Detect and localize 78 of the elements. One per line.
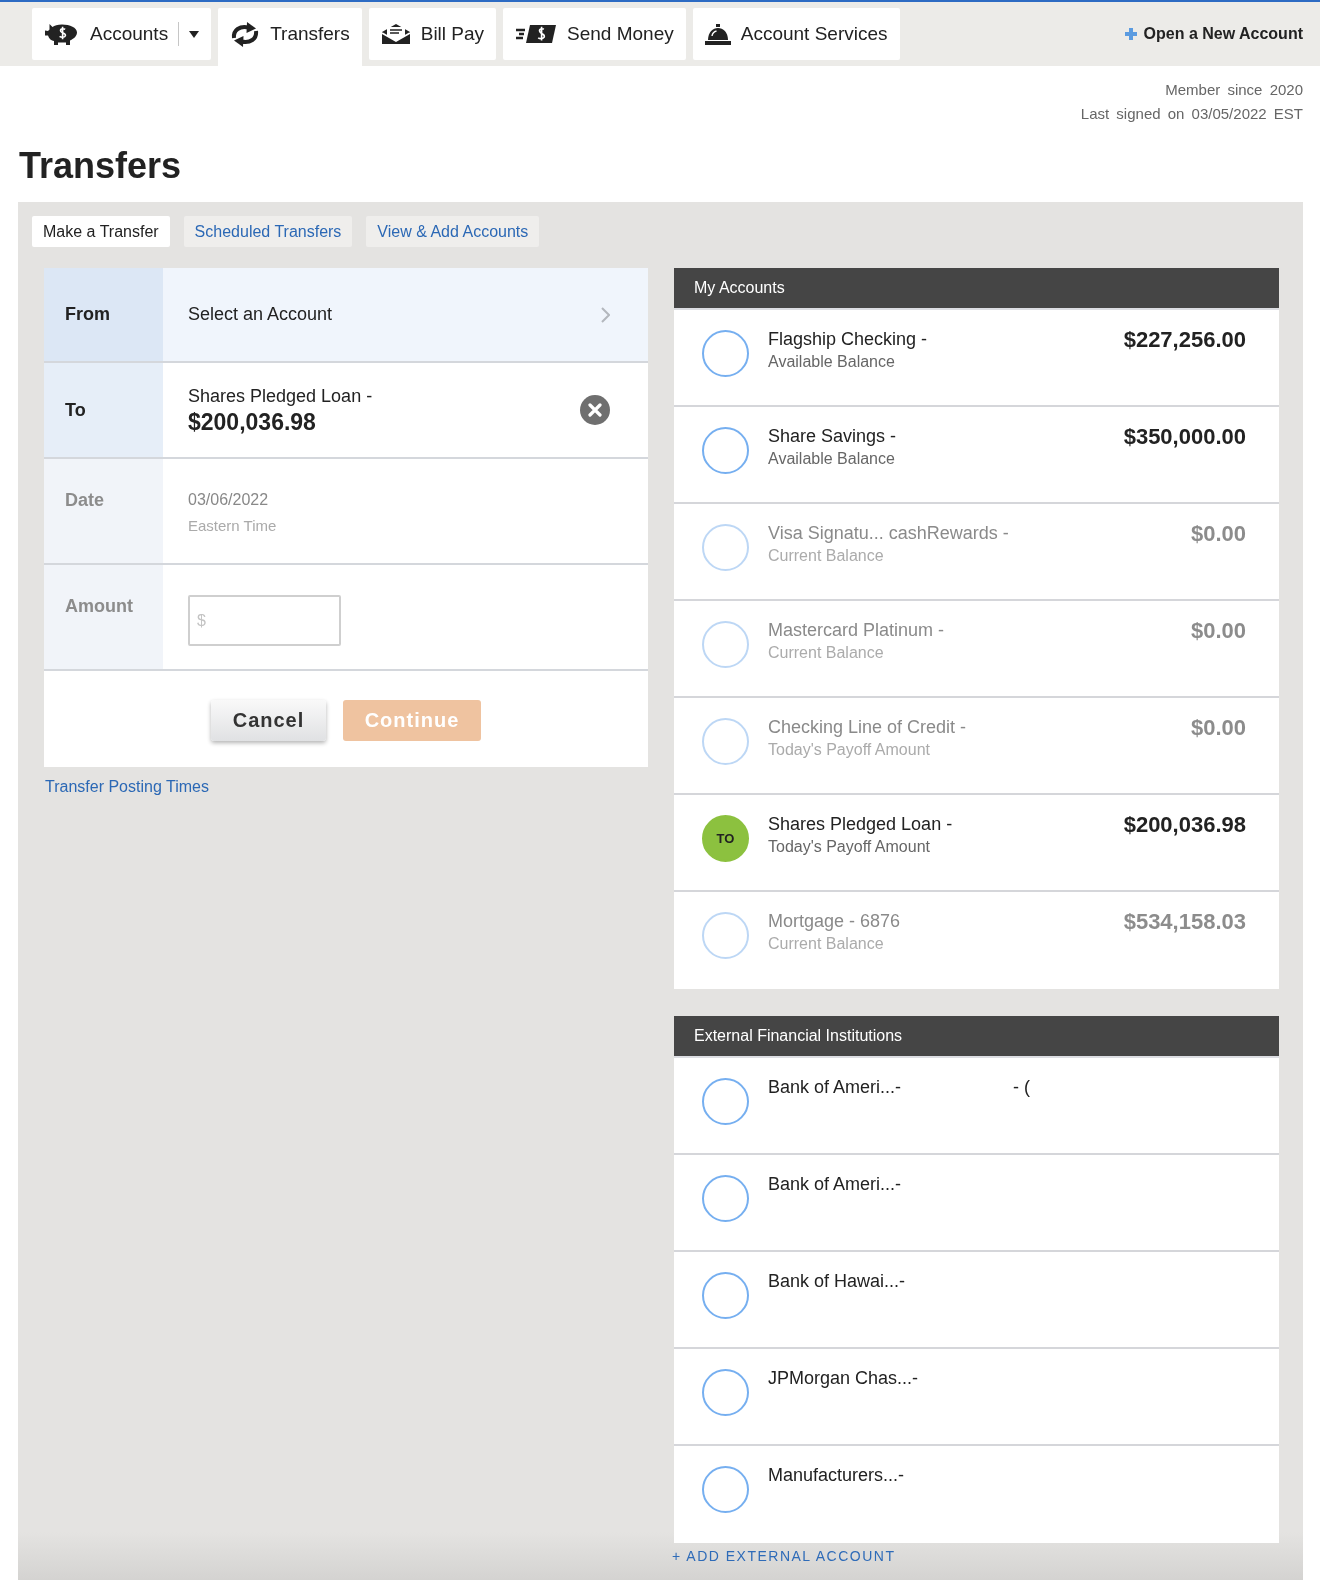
cancel-button[interactable]: Cancel — [211, 700, 326, 741]
circular-arrows-icon — [230, 20, 261, 48]
balance-label: Current Balance — [768, 643, 884, 663]
sub-tab[interactable]: View & Add Accounts — [366, 216, 540, 247]
radio-button[interactable] — [702, 1078, 749, 1125]
time-zone-note: Eastern Time — [188, 516, 277, 536]
radio-button[interactable]: TO — [702, 815, 749, 862]
nav-tab[interactable]: Accounts — [32, 8, 212, 60]
account-balance: $0.00 — [1190, 521, 1246, 547]
nav-tab[interactable]: Bill Pay — [368, 8, 497, 60]
selected-account-name: Shares Pledged Loan - — [188, 385, 373, 408]
account-name: Share Savings - — [768, 425, 897, 448]
balance-label: Available Balance — [768, 449, 895, 469]
section-header: My Accounts — [674, 268, 1279, 310]
account-name: Visa Signatu... cashRewards - — [768, 522, 1009, 545]
page-title: Transfers — [19, 144, 182, 188]
account-balance: $350,000.00 — [1123, 424, 1246, 450]
field-label: Date — [44, 459, 163, 563]
clear-button[interactable] — [580, 395, 610, 425]
selected-account-amount: $200,036.98 — [188, 408, 316, 436]
member-info-text: Last signed on 03/05/2022 EST — [1080, 104, 1303, 124]
account-row[interactable]: Manufacturers...- — [674, 1446, 1279, 1543]
radio-button[interactable] — [702, 330, 749, 377]
nav-tab[interactable]: Send Money — [503, 8, 686, 60]
envelope-icon — [380, 23, 411, 45]
account-name: Manufacturers...- — [768, 1464, 905, 1487]
account-row[interactable]: Share Savings - Available Balance $350,000.00 — [674, 407, 1279, 504]
account-select[interactable]: Select an Account — [163, 268, 648, 361]
nav-tab[interactable]: Account Services — [692, 8, 900, 60]
dollar-bill-icon — [515, 24, 558, 44]
balance-label: Current Balance — [768, 934, 884, 954]
account-row[interactable]: Bank of Ameri...- — [674, 1155, 1279, 1252]
account-name: Bank of Hawai...- — [768, 1270, 906, 1293]
account-name: Shares Pledged Loan - — [768, 813, 953, 836]
account-row[interactable]: TO Shares Pledged Loan - Today's Payoff Amount $200,036.98 — [674, 795, 1279, 892]
field-label: To — [44, 363, 163, 457]
radio-button[interactable] — [702, 1466, 749, 1513]
bell-icon — [704, 23, 731, 45]
open-account-link[interactable]: Open a New Account — [1124, 25, 1303, 43]
balance-label: Available Balance — [768, 352, 895, 372]
field-label: From — [44, 268, 163, 361]
account-balance: $0.00 — [1190, 618, 1246, 644]
account-name: JPMorgan Chas...- — [768, 1367, 919, 1390]
account-balance: $200,036.98 — [1123, 812, 1246, 838]
radio-button[interactable] — [702, 427, 749, 474]
account-row[interactable]: Bank of Ameri...- - ( — [674, 1058, 1279, 1155]
balance-label: Current Balance — [768, 546, 884, 566]
date-value: 03/06/2022 — [188, 490, 269, 510]
account-balance: $534,158.03 — [1123, 909, 1246, 935]
radio-button[interactable] — [702, 1369, 749, 1416]
account-detail: - ( — [1013, 1076, 1030, 1099]
account-row[interactable]: Bank of Hawai...- — [674, 1252, 1279, 1349]
account-row[interactable]: Flagship Checking - Available Balance $227,256.00 — [674, 310, 1279, 407]
account-balance: $227,256.00 — [1123, 327, 1246, 353]
posting-times-link[interactable]: Transfer Posting Times — [45, 778, 209, 796]
radio-button[interactable] — [702, 1175, 749, 1222]
member-info-text: Member since 2020 — [1165, 80, 1303, 100]
plus-icon — [1124, 28, 1137, 40]
balance-label: Today's Payoff Amount — [768, 837, 930, 857]
balance-label: Today's Payoff Amount — [768, 740, 930, 760]
add-external-account-link[interactable]: + ADD EXTERNAL ACCOUNT — [672, 1548, 896, 1564]
sub-tab[interactable]: Scheduled Transfers — [183, 216, 353, 247]
section-header: External Financial Institutions — [674, 1016, 1279, 1058]
chevron-right-icon — [601, 306, 610, 323]
account-row[interactable]: JPMorgan Chas...- — [674, 1349, 1279, 1446]
close-icon — [588, 403, 602, 417]
account-name: Flagship Checking - — [768, 328, 928, 351]
account-name: Bank of Ameri...- — [768, 1173, 902, 1196]
field-label: Amount — [44, 565, 163, 669]
piggy-bank-icon — [44, 23, 80, 45]
account-name: Mortgage - 6876 — [768, 910, 901, 933]
account-name: Bank of Ameri...- — [768, 1076, 902, 1099]
account-balance: $0.00 — [1190, 715, 1246, 741]
sub-tab[interactable]: Make a Transfer — [32, 216, 170, 247]
account-name: Mastercard Platinum - — [768, 619, 945, 642]
radio-button[interactable] — [702, 1272, 749, 1319]
account-name: Checking Line of Credit - — [768, 716, 967, 739]
nav-tab[interactable]: Transfers — [218, 8, 362, 66]
